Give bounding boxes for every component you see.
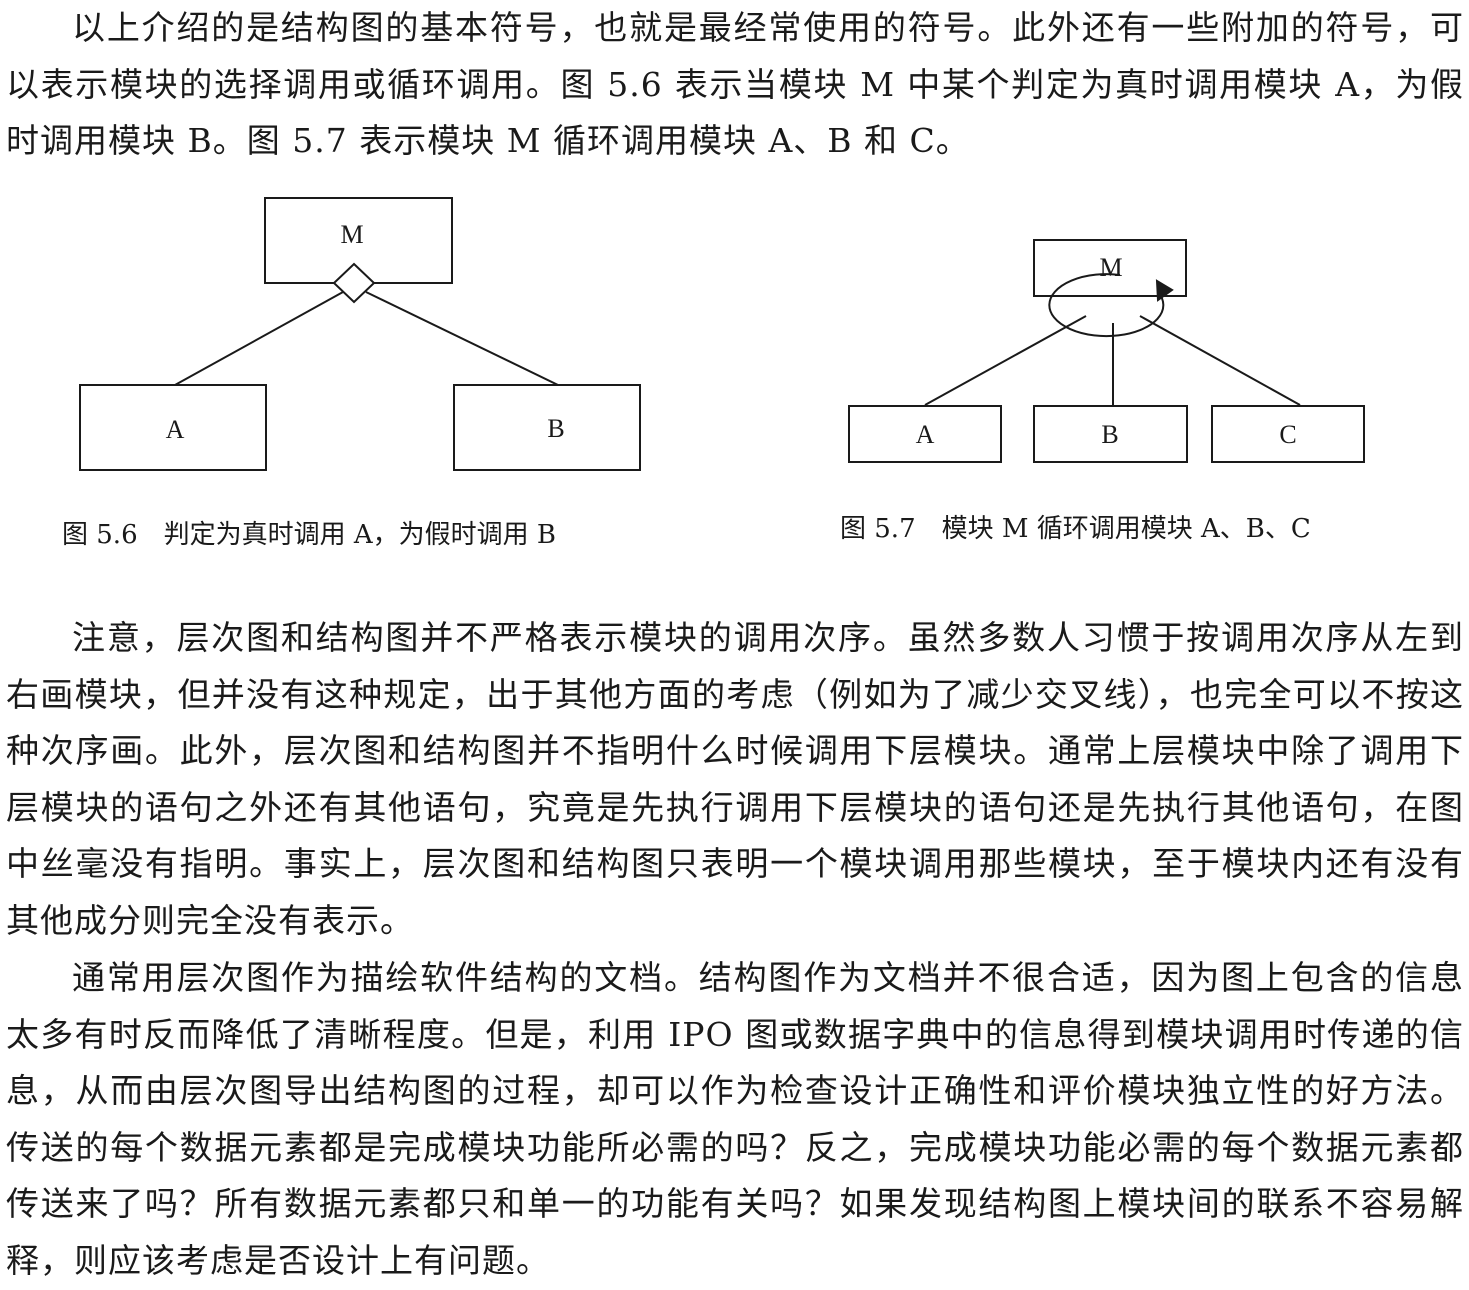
fig56-module-m-label: M [340,220,363,249]
paragraph-3: 通常用层次图作为描绘软件结构的文档。结构图作为文档并不很合适，因为图上包含的信息… [6,958,1464,1280]
fig56-link-a [174,291,344,386]
fig57-caption: 图 5.7 模块 M 循环调用模块 A、B、C [840,514,1311,544]
fig57-module-m-label: M [1099,253,1122,282]
paragraph-2: 注意，层次图和结构图并不严格表示模块的调用次序。虽然多数人习惯于按调用次序从左到… [6,618,1464,940]
fig57-module-a-label: A [916,420,935,449]
fig56-link-b [365,291,559,386]
fig56-caption: 图 5.6 判定为真时调用 A，为假时调用 B [62,520,556,550]
fig57-link-a [924,315,1087,406]
fig56-module-a-label: A [166,415,185,444]
fig57-module-b-label: B [1101,420,1118,449]
fig57-module-c-label: C [1279,420,1296,449]
fig56-module-b-label: B [547,414,564,443]
figures: M A B 图 5.6 判定为真时调用 A，为假时调用 B M A B C 图 … [62,197,1365,550]
fig57-link-c [1139,315,1301,406]
